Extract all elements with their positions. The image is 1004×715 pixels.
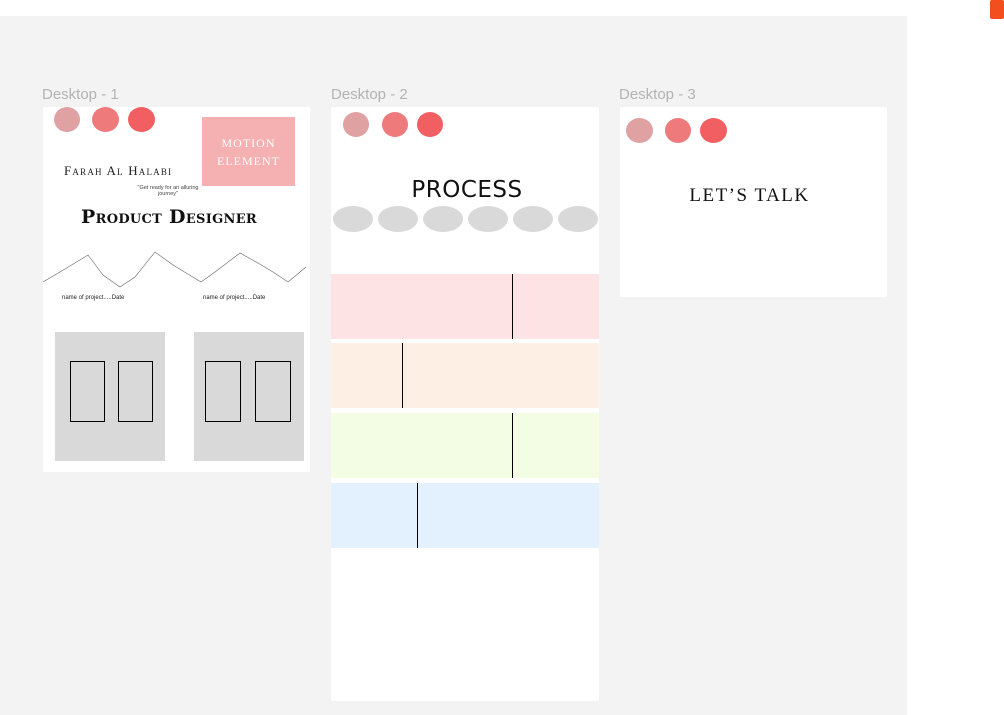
process-step-oval [468,206,508,232]
process-band-4 [331,483,599,548]
process-step-oval [423,206,463,232]
frame-label-desktop-3[interactable]: Desktop - 3 [619,86,696,103]
image-placeholder [70,361,105,422]
frame-desktop-2[interactable]: PROCESS [331,107,599,701]
process-band-2 [331,343,599,408]
dot-mid [382,112,408,137]
dot-light [54,107,80,132]
band-divider [402,343,404,408]
dot-bright [700,118,727,143]
project-card-1 [55,332,165,461]
band-divider [417,483,419,548]
frame-desktop-3[interactable]: LET’S TALK [620,107,887,297]
dot-mid [665,118,691,143]
dot-light [626,118,653,143]
process-step-oval [513,206,553,232]
motion-line-1: MOTION [221,135,276,150]
project-label-2: name of project.....Date [203,295,266,301]
image-placeholder [205,361,241,422]
process-band-1 [331,274,599,339]
dot-light [343,112,369,137]
frame-desktop-1[interactable]: MOTION ELEMENT Farah Al Halabi "Get read… [43,107,310,472]
band-divider [512,274,514,339]
process-step-oval [558,206,598,232]
process-step-oval [378,206,418,232]
project-label-1: name of project.....Date [62,295,125,301]
image-placeholder [255,361,291,422]
band-divider [512,413,514,478]
frame-label-desktop-1[interactable]: Desktop - 1 [42,86,119,103]
motion-line-2: ELEMENT [217,153,280,168]
dot-bright [417,112,443,137]
lets-talk-title: LET’S TALK [689,185,810,206]
dot-mid [92,107,119,132]
designer-name: Farah Al Halabi [64,163,173,178]
process-title: PROCESS [411,177,523,203]
project-card-2 [194,332,304,461]
headline: Product Designer [81,206,258,228]
color-swatch-indicator [990,0,1004,19]
frame-label-desktop-2[interactable]: Desktop - 2 [331,86,408,103]
image-placeholder [118,361,153,422]
dot-bright [128,107,155,132]
process-step-oval [333,206,373,232]
process-band-3 [331,413,599,478]
tagline: "Get ready for an alluring journey" [137,185,199,197]
motion-element-box: MOTION ELEMENT [202,117,295,186]
zigzag-line [43,251,307,288]
